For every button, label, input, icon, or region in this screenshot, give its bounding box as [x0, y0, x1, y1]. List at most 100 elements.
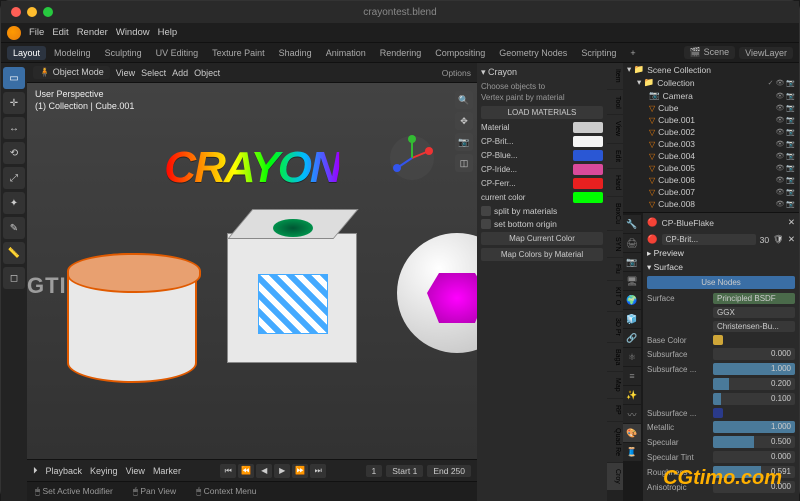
prop-tab-3[interactable]: 🖥 — [623, 272, 641, 290]
tl-menu-keying[interactable]: Keying — [90, 466, 118, 476]
load-materials-button[interactable]: LOAD MATERIALS — [481, 106, 603, 119]
use-nodes-button[interactable]: Use Nodes — [647, 276, 795, 289]
close-icon[interactable]: ✕ — [788, 217, 795, 228]
tab-animation[interactable]: Animation — [320, 46, 372, 60]
prop-tab-10[interactable]: 〰 — [623, 405, 641, 423]
tool-measure[interactable]: 📏 — [3, 242, 25, 264]
prop-tab-9[interactable]: ✨ — [623, 386, 641, 404]
end-frame-field[interactable]: End 250 — [427, 465, 471, 477]
tab-geometry-nodes[interactable]: Geometry Nodes — [493, 46, 573, 60]
prop-tab-4[interactable]: 🌍 — [623, 291, 641, 309]
prop-tab-1[interactable]: 🖨 — [623, 234, 641, 252]
jump-start-button[interactable]: ⏮ — [220, 464, 236, 478]
prop-tab-12[interactable]: 🧵 — [623, 443, 641, 461]
menu-render[interactable]: Render — [77, 27, 108, 38]
material-slot[interactable]: CP-Brit... — [662, 234, 756, 245]
cube-object[interactable] — [227, 233, 357, 363]
tab-shading[interactable]: Shading — [273, 46, 318, 60]
tab-layout[interactable]: Layout — [7, 46, 46, 60]
n-tab-baga[interactable]: Baga — [607, 343, 623, 371]
n-tab-tool[interactable]: Tool — [607, 90, 623, 115]
tool-transform[interactable]: ✦ — [3, 192, 25, 214]
set-bottom-origin-checkbox[interactable] — [481, 219, 491, 229]
menu-file[interactable]: File — [29, 27, 44, 38]
tool-rotate[interactable]: ⟲ — [3, 142, 25, 164]
tab-texture-paint[interactable]: Texture Paint — [206, 46, 271, 60]
material-swatch[interactable] — [573, 136, 603, 147]
n-tab-syn[interactable]: SYN — [607, 231, 623, 257]
outliner-item[interactable]: ▽Cube👁 📷 — [623, 102, 799, 114]
vp-menu-view[interactable]: View — [116, 68, 135, 78]
slider-specular[interactable]: 0.500 — [713, 436, 795, 448]
outliner-item[interactable]: ▽Cube.002👁 📷 — [623, 126, 799, 138]
prop-tab-6[interactable]: 🔗 — [623, 329, 641, 347]
navigation-gizmo[interactable] — [387, 133, 437, 183]
menu-help[interactable]: Help — [158, 27, 178, 38]
jump-end-button[interactable]: ⏭ — [310, 464, 326, 478]
close-icon[interactable]: ✕ — [788, 234, 795, 245]
tab-uv-editing[interactable]: UV Editing — [150, 46, 205, 60]
current-frame-field[interactable]: 1 — [366, 465, 383, 477]
sphere-object[interactable] — [397, 233, 477, 353]
slider-roughness[interactable]: 0.591 — [713, 466, 795, 478]
prop-tab-0[interactable]: 🔧 — [623, 215, 641, 233]
prop-tab-11[interactable]: 🎨 — [623, 424, 641, 442]
slider-specular-tint[interactable]: 0.000 — [713, 451, 795, 463]
material-swatch[interactable] — [573, 122, 603, 133]
vp-menu-object[interactable]: Object — [194, 68, 220, 78]
shield-icon[interactable]: 🛡 — [773, 234, 784, 245]
n-tab-item[interactable]: Item — [607, 63, 623, 89]
zoom-icon[interactable]: 🔍 — [455, 91, 473, 109]
tab-sculpting[interactable]: Sculpting — [99, 46, 148, 60]
tab-compositing[interactable]: Compositing — [429, 46, 491, 60]
tl-menu-playback[interactable]: Playback — [46, 466, 83, 476]
outliner-item[interactable]: ▽Cube.005👁 📷 — [623, 162, 799, 174]
play-button[interactable]: ▶ — [274, 464, 290, 478]
play-reverse-button[interactable]: ◀ — [256, 464, 272, 478]
surface-shader[interactable]: Principled BSDF — [713, 293, 795, 304]
map-colors-by-material-button[interactable]: Map Colors by Material — [481, 248, 603, 261]
n-tab-croy[interactable]: Croy — [607, 463, 623, 490]
n-tab-3d-pr[interactable]: 3D Pr — [607, 312, 623, 342]
outliner-item[interactable]: ▽Cube.006👁 📷 — [623, 174, 799, 186]
tool-scale[interactable]: ⤢ — [3, 167, 25, 189]
vp-menu-add[interactable]: Add — [172, 68, 188, 78]
prop-tab-7[interactable]: ⚛ — [623, 348, 641, 366]
prop-tab-8[interactable]: ≡ — [623, 367, 641, 385]
n-tab-boxcu[interactable]: BoxCu — [607, 197, 623, 230]
map-current-color-button[interactable]: Map Current Color — [481, 232, 603, 245]
mode-selector[interactable]: 🧍 Object Mode — [33, 66, 110, 79]
tab-modeling[interactable]: Modeling — [48, 46, 97, 60]
menu-window[interactable]: Window — [116, 27, 150, 38]
slider-val[interactable]: 0.100 — [713, 393, 795, 405]
tl-menu-view[interactable]: View — [126, 466, 145, 476]
perspective-icon[interactable]: ◫ — [455, 154, 473, 172]
n-tab-hard[interactable]: Hard — [607, 169, 623, 196]
material-swatch[interactable] — [573, 150, 603, 161]
blender-logo-icon[interactable] — [7, 26, 21, 40]
n-tab-quad-re[interactable]: Quad Re — [607, 422, 623, 462]
outliner-item[interactable]: ▽Cube.007👁 📷 — [623, 186, 799, 198]
tl-menu-marker[interactable]: Marker — [153, 466, 181, 476]
n-tab-kit-o[interactable]: KIT O — [607, 281, 623, 311]
tool-add-cube[interactable]: ◻ — [3, 267, 25, 289]
n-tab-rp[interactable]: RP — [607, 399, 623, 421]
prev-keyframe-button[interactable]: ⏪ — [238, 464, 254, 478]
slider-metallic[interactable]: 1.000 — [713, 421, 795, 433]
next-keyframe-button[interactable]: ⏩ — [292, 464, 308, 478]
vp-menu-select[interactable]: Select — [141, 68, 166, 78]
close-window-button[interactable] — [11, 7, 21, 17]
outliner[interactable]: ▾ 📁Scene Collection ▾ 📁Collection✓ 👁 📷 📷… — [623, 63, 799, 213]
outliner-item[interactable]: ▽Cube.001👁 📷 — [623, 114, 799, 126]
slider-val[interactable]: 0.200 — [713, 378, 795, 390]
viewlayer-selector[interactable]: ViewLayer — [739, 47, 793, 59]
subsurface-color-swatch[interactable] — [713, 408, 723, 418]
fullscreen-window-button[interactable] — [43, 7, 53, 17]
tool-cursor[interactable]: ✛ — [3, 92, 25, 114]
scene-selector[interactable]: 🎬 Scene — [684, 46, 735, 59]
material-name[interactable]: CP-BlueFlake — [662, 218, 784, 228]
menu-edit[interactable]: Edit — [52, 27, 68, 38]
current-color-swatch[interactable] — [573, 192, 603, 203]
split-by-materials-checkbox[interactable] — [481, 206, 491, 216]
camera-icon[interactable]: 📷 — [455, 133, 473, 151]
